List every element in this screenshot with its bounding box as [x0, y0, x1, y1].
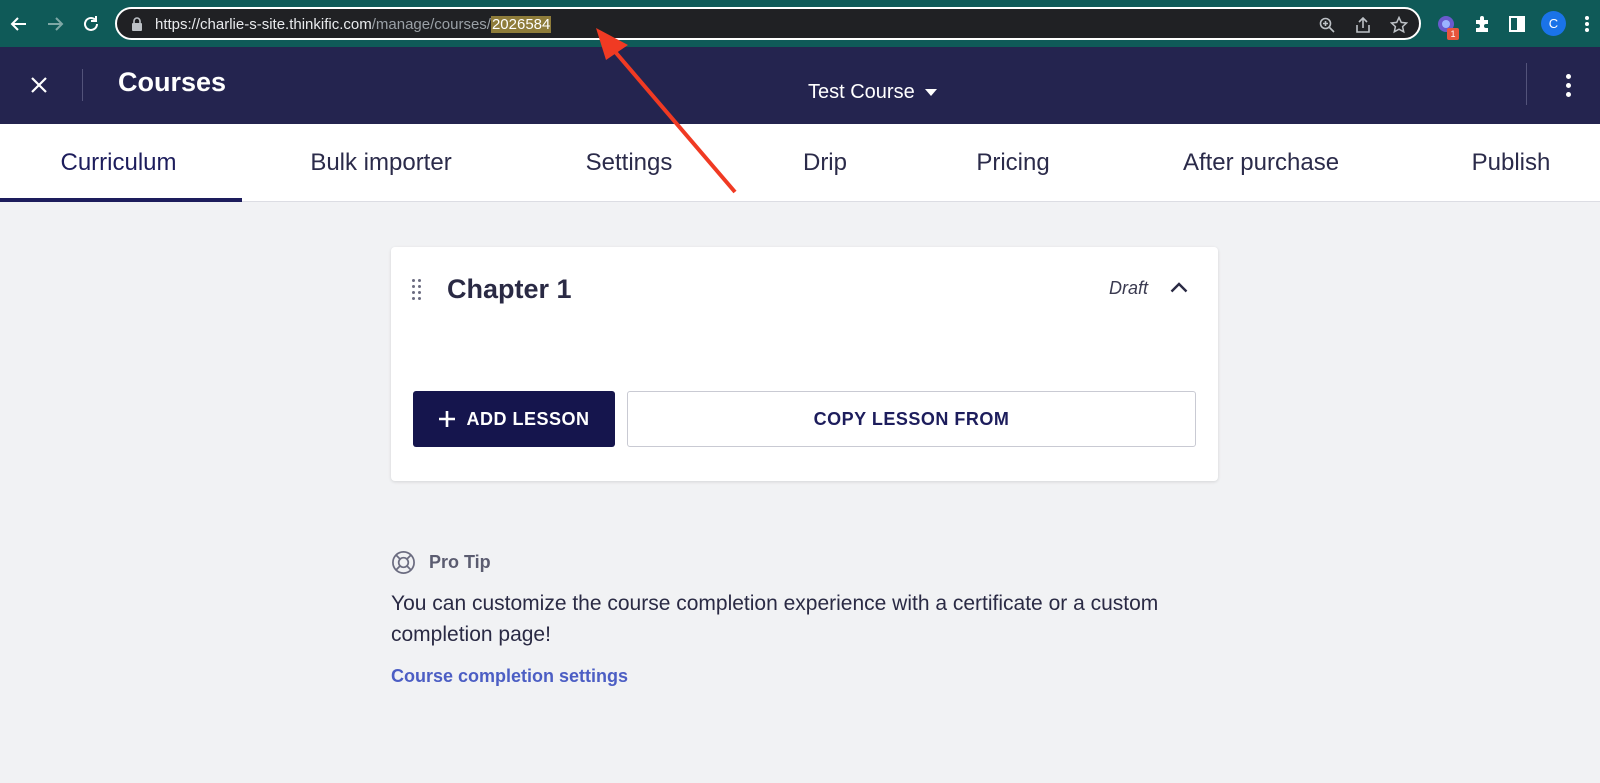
course-tabs: Curriculum Bulk importer Settings Drip P…: [0, 124, 1600, 202]
chapter-card: Chapter 1 Draft ADD LESSON COPY LESSON F…: [391, 247, 1218, 481]
back-icon[interactable]: [7, 12, 31, 36]
add-lesson-button[interactable]: ADD LESSON: [413, 391, 615, 447]
url-host: https://charlie-s-site.thinkific.com: [155, 16, 372, 33]
lifebuoy-icon: [392, 551, 415, 574]
chapter-title[interactable]: Chapter 1: [447, 274, 572, 305]
header-divider-right: [1526, 63, 1527, 105]
chevron-up-icon[interactable]: [1168, 279, 1190, 295]
tab-settings[interactable]: Settings: [575, 124, 683, 202]
tab-drip[interactable]: Drip: [795, 124, 855, 202]
drag-handle-icon[interactable]: [412, 279, 424, 300]
more-options-icon[interactable]: [1560, 71, 1576, 99]
tab-curriculum[interactable]: Curriculum: [0, 124, 237, 202]
address-bar[interactable]: https://charlie-s-site.thinkific.com/man…: [115, 7, 1421, 40]
app-header: Courses Test Course: [0, 47, 1600, 124]
extension-badge: 1: [1447, 28, 1459, 40]
profile-avatar[interactable]: C: [1541, 11, 1566, 36]
caret-down-icon: [924, 89, 937, 96]
zoom-icon[interactable]: [1318, 16, 1336, 34]
course-selector-label: Test Course: [808, 81, 915, 103]
tab-publish[interactable]: Publish: [1462, 124, 1560, 202]
tab-after-purchase[interactable]: After purchase: [1170, 124, 1352, 202]
copy-lesson-label: COPY LESSON FROM: [813, 408, 1010, 429]
share-icon[interactable]: [1354, 16, 1372, 34]
course-selector[interactable]: Test Course: [808, 81, 937, 104]
lock-icon[interactable]: [131, 17, 143, 36]
add-lesson-label: ADD LESSON: [466, 408, 590, 429]
copy-lesson-button[interactable]: COPY LESSON FROM: [627, 391, 1196, 447]
reload-icon[interactable]: [79, 12, 103, 36]
pro-tip-text: You can customize the course completion …: [391, 592, 1159, 646]
browser-toolbar: https://charlie-s-site.thinkific.com/man…: [0, 0, 1600, 47]
sidepanel-icon[interactable]: [1505, 12, 1529, 36]
url-path: /manage/courses/: [371, 16, 491, 33]
tab-pricing[interactable]: Pricing: [966, 124, 1060, 202]
page-title: Courses: [118, 67, 227, 97]
close-icon[interactable]: [26, 72, 52, 98]
puzzle-icon[interactable]: [1470, 12, 1494, 36]
status-badge: Draft: [1109, 278, 1149, 298]
forward-icon[interactable]: [43, 12, 67, 36]
pro-tip-header: Pro Tip: [391, 550, 491, 575]
plus-icon: [439, 411, 456, 427]
url-text[interactable]: https://charlie-s-site.thinkific.com/man…: [155, 16, 552, 33]
course-completion-settings-link[interactable]: Course completion settings: [391, 666, 628, 687]
url-course-id: 2026584: [490, 16, 552, 33]
star-icon[interactable]: [1390, 16, 1408, 34]
tab-bulk-importer[interactable]: Bulk importer: [297, 124, 465, 202]
header-divider: [82, 69, 83, 101]
active-tab-indicator: [0, 198, 242, 202]
pro-tip-label: Pro Tip: [429, 552, 491, 572]
browser-menu-icon[interactable]: [1580, 12, 1594, 36]
